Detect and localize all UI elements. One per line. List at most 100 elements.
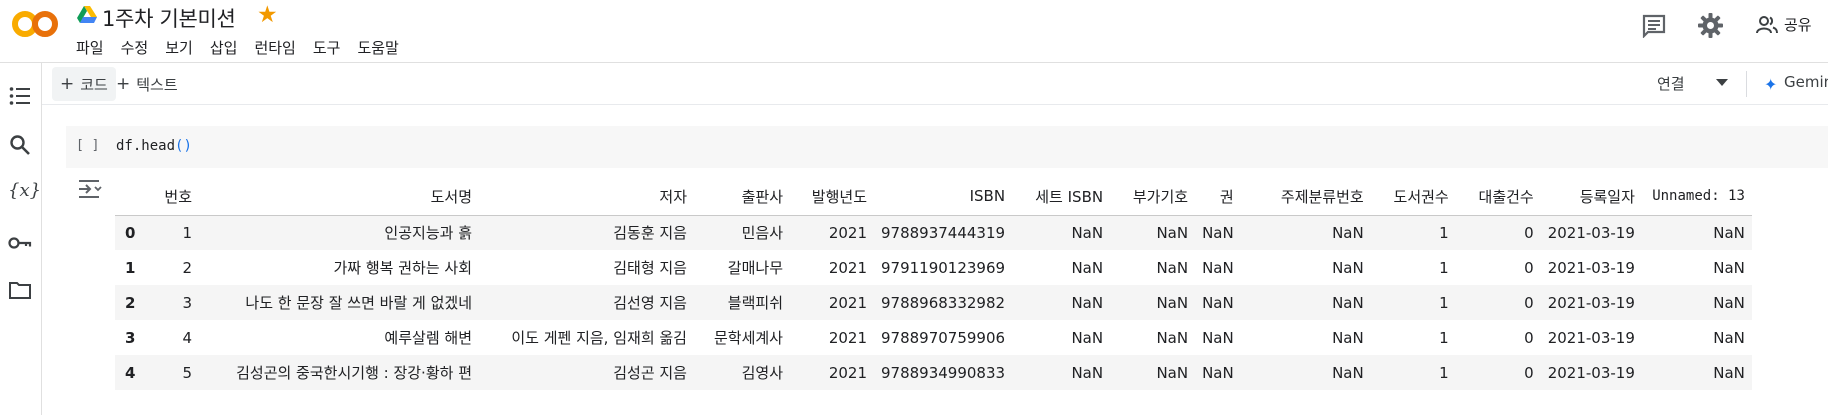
table-row: 2 3 나도 한 문장 잘 쓰면 바랄 게 없겠네 김선영 지음 블랙피쉬 20… xyxy=(115,285,1752,320)
table-cell: 2021 xyxy=(828,293,867,312)
table-cell: NaN xyxy=(1332,258,1364,277)
search-icon[interactable] xyxy=(8,133,32,157)
colab-logo[interactable] xyxy=(11,8,59,40)
table-cell: NaN xyxy=(1156,363,1189,382)
menu-view[interactable]: 보기 xyxy=(165,38,193,58)
table-cell: 2021 xyxy=(828,363,867,382)
table-cell: NaN xyxy=(1156,258,1189,277)
table-cell: 김선영 지음 xyxy=(613,294,687,312)
table-cell: NaN xyxy=(1202,223,1234,242)
table-row: 0 1 인공지능과 흙 김동훈 지음 민음사 2021 978893744431… xyxy=(115,215,1752,250)
table-cell: NaN xyxy=(1713,293,1745,312)
menu-insert[interactable]: 삽입 xyxy=(210,38,238,58)
table-cell: NaN xyxy=(1202,258,1234,277)
table-cell: 1 xyxy=(182,223,192,242)
notebook-toolbar: + 코드 + 텍스트 연결 ✦ Gemin xyxy=(42,63,1828,105)
table-of-contents-icon[interactable] xyxy=(8,84,32,108)
table-cell: 2021-03-19 xyxy=(1547,258,1635,277)
table-cell: 0 xyxy=(1524,258,1534,277)
table-cell: 나도 한 문장 잘 쓰면 바랄 게 없겠네 xyxy=(245,294,472,312)
table-header-row: 번호 도서명 저자 출판사 발행년도 ISBN 세트 ISBN 부가기호 권 주… xyxy=(115,178,1752,216)
column-header: 등록일자 xyxy=(1540,178,1642,216)
table-cell: NaN xyxy=(1071,328,1104,347)
share-button[interactable]: 공유 xyxy=(1784,14,1812,35)
column-header: 도서권수 xyxy=(1370,178,1456,216)
gemini-sparkle-icon: ✦ xyxy=(1764,75,1778,94)
table-cell: NaN xyxy=(1332,223,1364,242)
table-cell: 0 xyxy=(1524,328,1534,347)
code-editor[interactable]: df.head() xyxy=(116,138,192,154)
column-header: 세트 ISBN xyxy=(1012,178,1111,216)
code-cell[interactable]: [ ] df.head() xyxy=(66,126,1828,168)
toolbar-divider xyxy=(1746,71,1747,97)
run-cell-indicator[interactable]: [ ] xyxy=(76,138,99,153)
plus-icon: + xyxy=(60,74,75,94)
table-cell: 인공지능과 흙 xyxy=(384,224,472,243)
column-header: 저자 xyxy=(479,178,694,216)
gear-icon[interactable] xyxy=(1697,12,1724,39)
share-people-icon[interactable] xyxy=(1756,16,1778,34)
column-header: 주제분류번호 xyxy=(1240,178,1371,216)
table-cell: NaN xyxy=(1156,293,1189,312)
table-cell: NaN xyxy=(1071,363,1104,382)
connect-button[interactable]: 연결 xyxy=(1657,73,1685,94)
key-icon[interactable] xyxy=(8,231,32,255)
column-header: ISBN xyxy=(874,178,1013,216)
table-cell: NaN xyxy=(1202,363,1234,382)
table-cell: 김성곤 지음 xyxy=(613,364,687,382)
column-header: 출판사 xyxy=(694,178,790,216)
column-header: 번호 xyxy=(153,178,199,216)
menu-file[interactable]: 파일 xyxy=(76,38,104,58)
header-bar: 1주차 기본미션 ★ 파일 수정 보기 삽입 런타임 도구 도움말 공유 xyxy=(0,0,1828,63)
notebook-title[interactable]: 1주차 기본미션 xyxy=(102,3,236,33)
left-sidebar: {x} xyxy=(0,63,42,415)
table-cell: 5 xyxy=(182,363,192,382)
menu-edit[interactable]: 수정 xyxy=(121,38,149,58)
dataframe-table: 번호 도서명 저자 출판사 발행년도 ISBN 세트 ISBN 부가기호 권 주… xyxy=(115,178,1752,390)
table-cell: 9791190123969 xyxy=(881,258,1006,277)
folder-icon[interactable] xyxy=(8,278,32,302)
table-cell: 3 xyxy=(182,293,192,312)
table-cell: 김동훈 지음 xyxy=(613,224,687,243)
table-cell: NaN xyxy=(1713,328,1745,347)
chevron-down-icon[interactable] xyxy=(1716,79,1728,86)
table-cell: NaN xyxy=(1332,363,1364,382)
gemini-button[interactable]: Gemin xyxy=(1784,73,1828,91)
table-cell: NaN xyxy=(1202,328,1234,347)
google-drive-icon[interactable] xyxy=(77,6,97,24)
table-cell: 0 xyxy=(1524,223,1534,242)
comment-icon[interactable] xyxy=(1641,14,1667,38)
add-text-button[interactable]: + 텍스트 xyxy=(108,67,186,101)
table-cell: 0 xyxy=(1524,363,1534,382)
table-cell: 문학세계사 xyxy=(713,329,783,347)
menu-help[interactable]: 도움말 xyxy=(357,38,398,58)
row-index: 0 xyxy=(125,223,136,242)
column-header: 발행년도 xyxy=(790,178,874,216)
table-cell: 1 xyxy=(1439,258,1449,277)
table-cell: 4 xyxy=(182,328,192,347)
row-index: 1 xyxy=(125,258,136,277)
output-actions-icon[interactable] xyxy=(77,178,103,200)
table-cell: 2021 xyxy=(828,223,867,242)
column-header: 권 xyxy=(1195,178,1241,216)
menu-runtime[interactable]: 런타임 xyxy=(254,38,295,58)
table-cell: 9788934990833 xyxy=(881,363,1006,382)
menu-tools[interactable]: 도구 xyxy=(313,38,341,58)
table-cell: 9788968332982 xyxy=(881,293,1006,312)
column-header: Unnamed: 13 xyxy=(1641,178,1752,216)
table-cell: 2021 xyxy=(828,328,867,347)
table-cell: 이도 게펜 지음, 임재희 옮김 xyxy=(511,329,687,347)
table-cell: 1 xyxy=(1439,328,1449,347)
column-header: 대출건수 xyxy=(1455,178,1541,216)
table-row: 4 5 김성곤의 중국한시기행 : 장강·황하 편 김성곤 지음 김영사 202… xyxy=(115,355,1752,390)
add-code-button[interactable]: + 코드 xyxy=(52,67,116,101)
table-cell: NaN xyxy=(1713,223,1745,242)
table-cell: 2021-03-19 xyxy=(1547,223,1635,242)
plus-icon: + xyxy=(116,74,131,94)
variables-icon[interactable]: {x} xyxy=(8,179,41,203)
table-cell: 9788970759906 xyxy=(881,328,1006,347)
table-cell: NaN xyxy=(1156,328,1189,347)
table-row: 1 2 가짜 행복 권하는 사회 김태형 지음 갈매나무 2021 979119… xyxy=(115,250,1752,285)
column-header: 부가기호 xyxy=(1110,178,1196,216)
star-icon[interactable]: ★ xyxy=(257,2,278,28)
